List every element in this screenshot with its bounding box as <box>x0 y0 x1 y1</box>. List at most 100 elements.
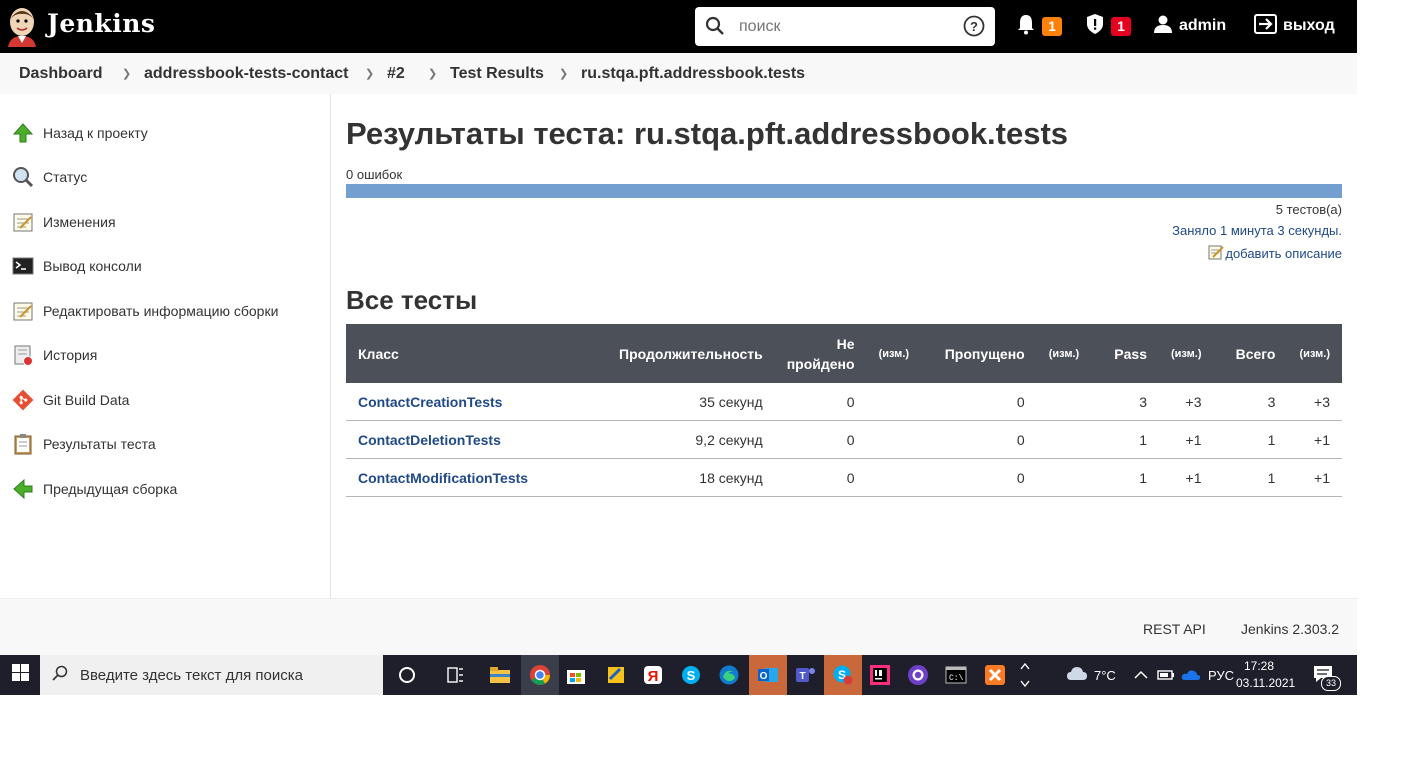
taskbar-search[interactable]: Введите здесь текст для поиска <box>40 655 383 695</box>
failed-diff-cell <box>866 420 922 459</box>
column-header-skipped-diff[interactable]: (изм.) <box>1036 324 1092 383</box>
breadcrumb-job[interactable]: addressbook-tests-contact <box>144 65 349 83</box>
user-menu[interactable]: admin <box>1153 13 1226 39</box>
taskbar-clock[interactable]: 17:28 03.11.2021 <box>1236 658 1295 692</box>
column-header-pass[interactable]: Pass <box>1091 324 1159 383</box>
duration-cell: 18 секунд <box>595 458 775 497</box>
intellij-idea-icon[interactable] <box>861 655 899 695</box>
breadcrumb-separator: ❯ <box>428 68 438 80</box>
teams-icon[interactable]: T <box>786 655 824 695</box>
failed-cell: 0 <box>774 458 867 497</box>
pass-diff-cell: +3 <box>1159 383 1214 421</box>
chrome-icon[interactable] <box>521 655 559 695</box>
yandex-browser-icon[interactable]: Я <box>634 655 672 695</box>
total-diff-cell: +1 <box>1287 420 1342 459</box>
security-button[interactable]: 1 <box>1085 13 1131 39</box>
column-header-total[interactable]: Всего <box>1213 324 1288 383</box>
sidebar-item-previous-build[interactable]: Предыдущая сборка <box>12 476 177 502</box>
failed-diff-cell <box>866 383 922 421</box>
outlook-icon[interactable]: O <box>749 655 787 695</box>
language-indicator[interactable]: РУС <box>1208 655 1234 695</box>
svg-text:T: T <box>799 671 805 682</box>
column-header-duration[interactable]: Продолжительность <box>595 324 775 383</box>
top-header: Jenkins ? 1 1 admin <box>0 0 1357 53</box>
duration-link[interactable]: Заняло 1 минута 3 секунды. <box>1172 223 1342 238</box>
column-header-pass-diff[interactable]: (изм.) <box>1159 324 1214 383</box>
help-icon[interactable]: ? <box>963 15 985 42</box>
jenkins-logo-icon[interactable] <box>6 5 38 47</box>
taskbar-scroll-arrows[interactable] <box>1018 655 1032 695</box>
shield-icon <box>1085 13 1105 40</box>
file-explorer-icon[interactable] <box>481 655 519 695</box>
sticky-notes-icon[interactable] <box>597 655 635 695</box>
network-icon[interactable] <box>1157 655 1175 695</box>
action-center-button[interactable]: 33 <box>1313 655 1341 695</box>
sidebar-item-label: Git Build Data <box>43 392 130 408</box>
table-row: ContactCreationTests 35 секунд 0 0 3 +3 … <box>346 383 1342 421</box>
sidebar-item-label: Статус <box>43 169 88 185</box>
sidebar-item-git-build-data[interactable]: Git Build Data <box>12 387 129 413</box>
breadcrumb-dashboard[interactable]: Dashboard <box>19 65 103 83</box>
skipped-cell: 0 <box>921 458 1037 497</box>
class-link[interactable]: ContactCreationTests <box>358 394 502 410</box>
onedrive-icon[interactable] <box>1181 655 1201 695</box>
sidebar-item-label: Изменения <box>43 214 116 230</box>
command-prompt-icon[interactable]: C:\ <box>937 655 975 695</box>
column-header-skipped[interactable]: Пропущено <box>921 324 1037 383</box>
pass-cell: 1 <box>1091 458 1159 497</box>
column-header-failed-diff[interactable]: (изм.) <box>866 324 922 383</box>
sidebar-item-changes[interactable]: Изменения <box>12 209 116 235</box>
logout-button[interactable]: выход <box>1254 13 1335 39</box>
column-header-failed[interactable]: Не пройдено <box>774 324 867 383</box>
weather-temp: 7°C <box>1094 667 1116 683</box>
add-description-link[interactable]: добавить описание <box>1208 244 1342 263</box>
column-header-class[interactable]: Класс <box>346 324 596 383</box>
windows-taskbar: Введите здесь текст для поиска Я S O T S… <box>0 655 1357 695</box>
sidebar-item-status[interactable]: Статус <box>12 164 87 190</box>
sidebar-item-edit-build-info[interactable]: Редактировать информацию сборки <box>12 298 278 324</box>
sidebar-item-label: Редактировать информацию сборки <box>43 303 279 319</box>
column-header-total-diff[interactable]: (изм.) <box>1287 324 1342 383</box>
add-description-label: добавить описание <box>1225 246 1342 261</box>
windows-start-button[interactable] <box>0 655 40 695</box>
sidebar-item-label: Назад к проекту <box>43 125 148 141</box>
task-view-icon[interactable] <box>436 655 474 695</box>
sidebar-item-back-to-project[interactable]: Назад к проекту <box>12 120 148 146</box>
show-hidden-icons-button[interactable] <box>1134 655 1148 695</box>
github-desktop-icon[interactable] <box>899 655 937 695</box>
class-link[interactable]: ContactModificationTests <box>358 470 528 486</box>
failed-cell: 0 <box>774 383 867 421</box>
windows-logo-icon <box>11 664 29 686</box>
skype-icon[interactable]: S <box>672 655 710 695</box>
microsoft-store-icon[interactable] <box>557 655 595 695</box>
edge-icon[interactable] <box>710 655 748 695</box>
sidebar-item-test-results[interactable]: Результаты теста <box>12 431 156 457</box>
breadcrumb-package[interactable]: ru.stqa.pft.addressbook.tests <box>581 65 805 83</box>
search-input[interactable] <box>737 15 951 39</box>
breadcrumb-build[interactable]: #2 <box>387 65 405 83</box>
svg-text:C:\: C:\ <box>949 674 964 683</box>
cortana-icon[interactable] <box>388 655 426 695</box>
skype-notification-icon[interactable]: S <box>824 655 862 695</box>
jenkins-version-link[interactable]: Jenkins 2.303.2 <box>1241 621 1339 637</box>
notepad-icon <box>12 300 34 322</box>
weather-widget[interactable]: 7°C <box>1066 655 1116 695</box>
jenkins-page: Jenkins ? 1 1 admin <box>0 0 1357 695</box>
sidebar-item-console[interactable]: Вывод консоли <box>12 253 142 279</box>
breadcrumb-separator: ❯ <box>122 68 132 80</box>
security-badge: 1 <box>1111 16 1131 36</box>
terminal-icon <box>12 255 34 277</box>
breadcrumb-test-results[interactable]: Test Results <box>450 65 544 83</box>
edit-description-icon <box>1208 244 1225 263</box>
rest-api-link[interactable]: REST API <box>1143 621 1206 637</box>
sidebar-item-history[interactable]: История <box>12 342 97 368</box>
xampp-icon[interactable] <box>976 655 1014 695</box>
left-arrow-icon <box>12 478 34 500</box>
class-link[interactable]: ContactDeletionTests <box>358 432 501 448</box>
total-tests: 5 тестов(а) <box>1275 202 1342 217</box>
notifications-button[interactable]: 1 <box>1016 13 1062 39</box>
jenkins-logo-text[interactable]: Jenkins <box>47 9 155 38</box>
total-diff-cell: +3 <box>1287 383 1342 421</box>
breadcrumb-separator: ❯ <box>365 68 375 80</box>
notification-count: 33 <box>1321 676 1341 691</box>
